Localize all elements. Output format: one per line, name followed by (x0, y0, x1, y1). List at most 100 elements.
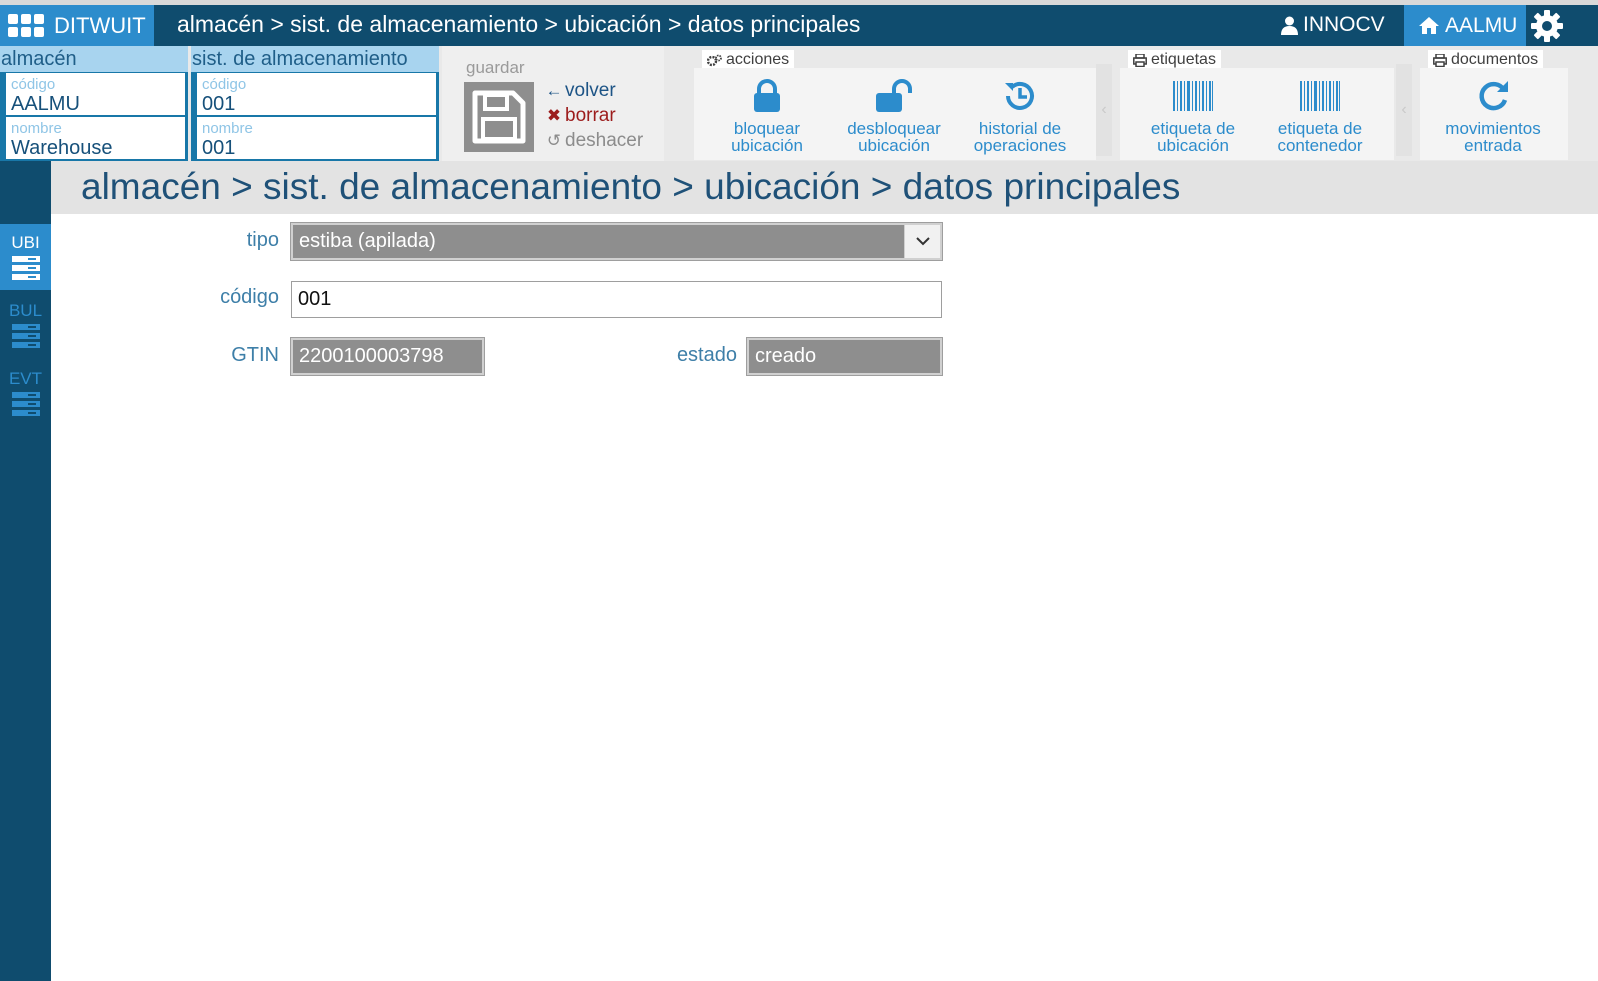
context-almacen-name: nombre Warehouse (6, 117, 185, 159)
context-sistema-name-label: nombre (202, 120, 253, 137)
borrar-label: borrar (565, 104, 616, 126)
etiqueta-contenedor-button[interactable]: etiqueta de contenedor (1255, 78, 1385, 154)
deshacer-label: deshacer (565, 129, 644, 151)
floppy-disk-icon (472, 90, 526, 144)
etiqueta-ubicacion-line1: etiqueta de (1150, 119, 1236, 138)
estado-field: creado (746, 337, 943, 376)
server-list-icon (0, 392, 51, 416)
acciones-tab-label: acciones (726, 51, 790, 68)
gtin-value: 2200100003798 (299, 345, 444, 367)
barcode-icon (1173, 81, 1213, 111)
scroll-left-chevron-icon[interactable]: ‹ (1096, 64, 1112, 156)
home-button[interactable]: AALMU (1404, 5, 1526, 46)
etiqueta-ubicacion-button[interactable]: etiqueta de ubicación (1128, 78, 1258, 154)
server-list-icon (0, 324, 51, 348)
context-almacen-code: código AALMU (6, 73, 185, 115)
estado-label: estado (676, 344, 737, 366)
etiqueta-contenedor-line2: contenedor (1277, 136, 1363, 155)
context-sistema-title: sist. de almacenamiento (191, 46, 439, 72)
movimientos-line1: movimientos (1445, 119, 1541, 138)
historial-operaciones-button[interactable]: historial de operaciones (955, 78, 1085, 154)
undo-icon: ↺ (546, 130, 562, 150)
context-sistema-name: nombre 001 (197, 117, 436, 159)
scroll-left-chevron-icon[interactable]: ‹ (1396, 64, 1412, 156)
left-rail: UBI BUL EVT (0, 161, 51, 981)
desbloquear-ubicacion-button[interactable]: desbloquear ubicación (829, 78, 959, 154)
home-warehouse-label: AALMU (1445, 13, 1518, 37)
close-x-icon: ✖ (546, 105, 562, 125)
context-almacen-code-value: AALMU (11, 93, 80, 115)
save-button[interactable] (464, 82, 534, 152)
rail-item-evt-label: EVT (8, 369, 43, 388)
codigo-input[interactable]: 001 (291, 281, 942, 318)
historial-line2: operaciones (973, 136, 1067, 155)
app-menu-button[interactable]: DITWUIT (0, 5, 154, 46)
codigo-input-value: 001 (298, 288, 332, 310)
codigo-label: código (220, 286, 279, 308)
etiquetas-body: etiqueta de ubicación etiqueta de conten… (1120, 68, 1394, 160)
movimientos-entrada-button[interactable]: movimientos entrada (1428, 78, 1558, 154)
printer-icon (1433, 53, 1447, 67)
settings-gear-icon[interactable] (1530, 9, 1564, 43)
page-title: almacén > sist. de almacenamiento > ubic… (81, 166, 1181, 207)
lock-icon (754, 79, 780, 112)
context-sistema-name-value: 001 (202, 137, 236, 159)
context-sistema[interactable]: sist. de almacenamiento código 001 nombr… (191, 46, 439, 161)
tipo-select[interactable]: estiba (apilada) (290, 222, 943, 261)
tipo-select-value: estiba (apilada) (299, 230, 436, 252)
context-sistema-code: código 001 (197, 73, 436, 115)
user-name: INNOCV (1303, 13, 1385, 36)
top-bar: DITWUIT almacén > sist. de almacenamient… (0, 5, 1598, 46)
rail-item-evt[interactable]: EVT (0, 360, 51, 426)
context-sistema-code-label: código (202, 76, 247, 93)
page-title-band: almacén > sist. de almacenamiento > ubic… (51, 161, 1598, 214)
chevron-down-icon[interactable] (904, 225, 940, 258)
rail-item-bul[interactable]: BUL (0, 292, 51, 358)
rail-item-bul-label: BUL (8, 301, 43, 320)
user-icon (1281, 16, 1298, 35)
context-almacen-name-value: Warehouse (11, 137, 113, 159)
volver-button[interactable]: ← volver (545, 78, 643, 103)
server-list-icon (0, 256, 51, 280)
rail-item-ubi-label: UBI (11, 233, 40, 252)
bloquear-ubicacion-button[interactable]: bloquear ubicación (702, 78, 832, 154)
user-button[interactable]: INNOCV (1281, 13, 1385, 37)
arrow-left-icon: ← (545, 80, 563, 100)
acciones-body: bloquear ubicación desbloquear ubicación… (694, 68, 1096, 160)
movimientos-line2: entrada (1464, 136, 1522, 155)
unlock-icon (876, 79, 912, 112)
gtin-field: 2200100003798 (290, 337, 485, 376)
printer-icon (1133, 53, 1147, 67)
bloquear-line2: ubicación (731, 136, 803, 155)
tipo-label: tipo (246, 229, 279, 251)
top-breadcrumb: almacén > sist. de almacenamiento > ubic… (177, 11, 861, 37)
rail-item-ubi[interactable]: UBI (0, 224, 51, 290)
gtin-label: GTIN (231, 344, 279, 366)
home-icon (1419, 17, 1439, 34)
etiquetas-tab: etiquetas (1128, 50, 1221, 70)
desbloquear-line1: desbloquear (847, 119, 941, 138)
borrar-button[interactable]: ✖ borrar (545, 103, 643, 128)
context-almacen-code-label: código (11, 76, 56, 93)
historial-line1: historial de (978, 119, 1062, 138)
estado-value: creado (755, 345, 817, 367)
save-group: guardar ← volver ✖ borrar ↺ deshacer (442, 46, 664, 161)
documentos-tab-label: documentos (1451, 51, 1539, 68)
documentos-body: movimientos entrada (1420, 68, 1568, 160)
desbloquear-line2: ubicación (858, 136, 930, 155)
bloquear-line1: bloquear (733, 119, 801, 138)
etiquetas-tab-label: etiquetas (1151, 51, 1216, 68)
app-name: DITWUIT (54, 12, 146, 38)
volver-label: volver (565, 79, 616, 101)
context-sistema-code-value: 001 (202, 93, 236, 115)
etiqueta-ubicacion-line2: ubicación (1157, 136, 1229, 155)
context-almacen-title: almacén (0, 46, 188, 72)
save-group-label: guardar (466, 58, 525, 77)
documentos-tab: documentos (1428, 50, 1544, 70)
header-toolbar: almacén código AALMU nombre Warehouse si… (0, 46, 1598, 161)
context-almacen-name-label: nombre (11, 120, 62, 137)
context-almacen[interactable]: almacén código AALMU nombre Warehouse (0, 46, 188, 161)
etiqueta-contenedor-line1: etiqueta de (1277, 119, 1363, 138)
deshacer-button[interactable]: ↺ deshacer (545, 128, 643, 153)
acciones-tab: acciones (702, 50, 795, 70)
